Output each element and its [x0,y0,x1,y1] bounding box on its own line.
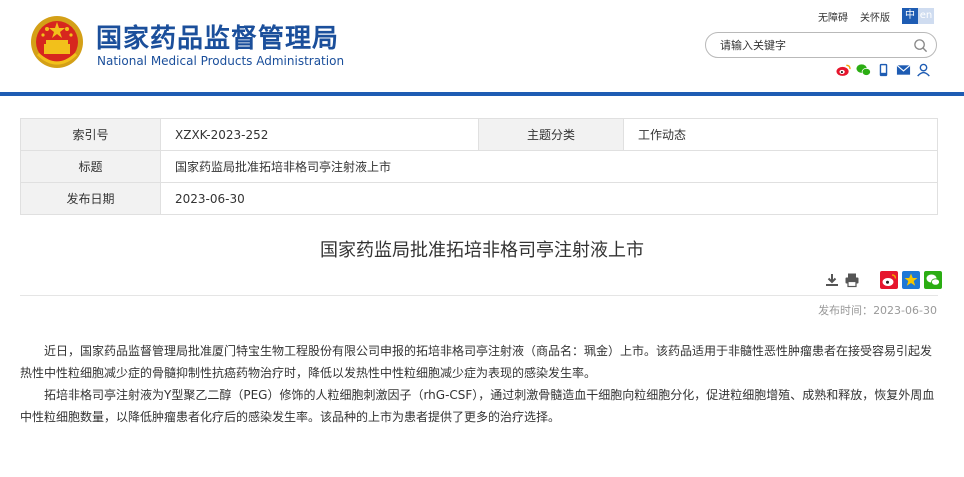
title-divider [20,295,938,296]
article-paragraph: 近日，国家药品监督管理局批准厦门特宝生物工程股份有限公司申报的拓培非格司亭注射液… [20,344,933,380]
social-links [836,63,931,77]
title-value: 国家药监局批准拓培非格司亭注射液上市 [160,150,938,183]
wechat-icon[interactable] [856,63,871,77]
index-value: XZXK-2023-252 [160,118,479,151]
weibo-icon[interactable] [880,271,898,289]
meta-row: 索引号 XZXK-2023-252 主题分类 工作动态 [20,118,938,151]
star-icon[interactable] [902,271,920,289]
publish-time-value: 2023-06-30 [873,304,937,317]
article-body: 近日，国家药品监督管理局批准厦门特宝生物工程股份有限公司申报的拓培非格司亭注射液… [20,340,940,428]
national-emblem-icon[interactable] [30,14,84,70]
site-header: 国家药品监督管理局 National Medical Products Admi… [0,0,964,92]
site-title-english[interactable]: National Medical Products Administration [97,54,344,68]
article-meta-table: 索引号 XZXK-2023-252 主题分类 工作动态 标题 国家药监局批准拓培… [20,118,938,215]
mail-icon[interactable] [896,63,911,77]
article-tools [824,271,942,289]
mobile-icon[interactable] [876,63,891,77]
article-title: 国家药监局批准拓培非格司亭注射液上市 [320,240,644,261]
index-label: 索引号 [20,118,161,151]
top-utility-bar: 无障碍 关怀版 中 en [818,8,934,24]
lang-en-button[interactable]: en [918,8,934,24]
category-value: 工作动态 [623,118,938,151]
category-label: 主题分类 [478,118,624,151]
wechat-icon[interactable] [924,271,942,289]
accessibility-link[interactable]: 无障碍 [818,9,848,24]
download-icon[interactable] [824,272,840,288]
meta-row: 发布日期 2023-06-30 [20,182,938,215]
language-switcher: 中 en [902,8,934,24]
lang-cn-button[interactable]: 中 [902,8,918,24]
date-value: 2023-06-30 [160,182,938,215]
date-label: 发布日期 [20,182,161,215]
publish-time-label: 发布时间： [818,304,874,317]
publish-time: 发布时间：2023-06-30 [818,302,937,318]
header-divider [0,92,964,96]
search-icon[interactable] [913,38,928,53]
article-paragraph: 拓培非格司亭注射液为Y型聚乙二醇（PEG）修饰的人粒细胞刺激因子（rhG-CSF… [20,388,935,424]
site-title[interactable]: 国家药品监督管理局 [96,18,339,55]
weibo-icon[interactable] [836,63,851,77]
search-box [705,32,937,58]
meta-row: 标题 国家药监局批准拓培非格司亭注射液上市 [20,150,938,183]
care-mode-link[interactable]: 关怀版 [860,9,890,24]
user-icon[interactable] [916,63,931,77]
search-input[interactable] [720,37,900,53]
print-icon[interactable] [844,272,860,288]
title-label: 标题 [20,150,161,183]
